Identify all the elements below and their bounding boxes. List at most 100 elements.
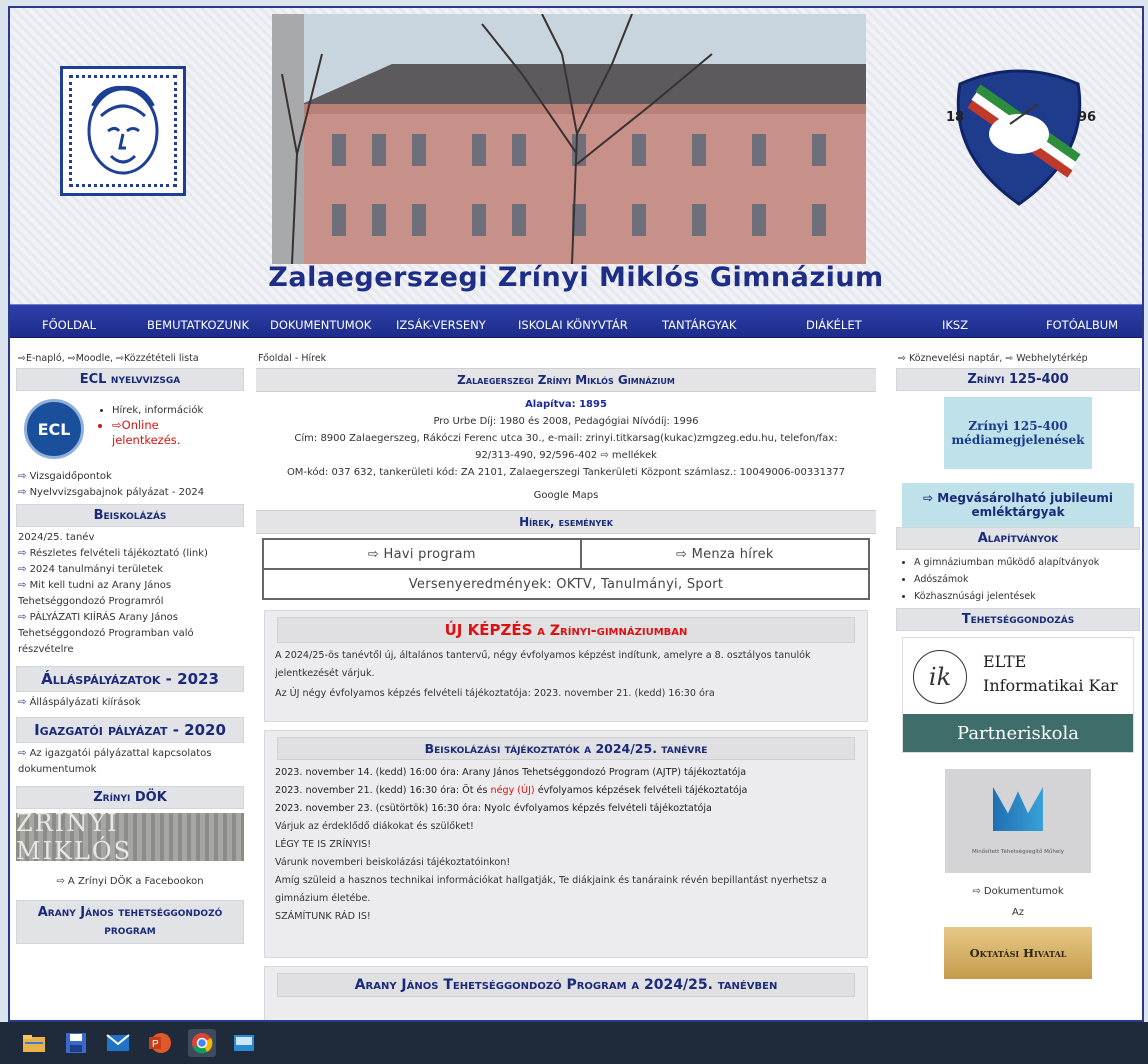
elte-banner[interactable]: ik ELTE Informatikai Kar Partneriskola [902,637,1134,753]
ecl-link-online[interactable]: ⇨Online jelentkezés. [112,418,222,448]
oktatasi-hivatal-banner[interactable]: Oktatási Hivatal [944,927,1092,979]
bt-line-7: Amíg szüleid a hasznos technikai informá… [275,875,827,904]
telefon: 92/313-490, 92/596-402 [475,450,598,461]
left-top-links[interactable]: ⇨E-napló, ⇨Moodle, ⇨Közzétételi lista [16,348,244,368]
powerpoint-icon[interactable]: P [146,1029,174,1057]
arany-box-title: Arany János Tehetséggondozó Program a 20… [277,973,855,997]
ecl-nyelvvizsgabajnok[interactable]: Nyelvvizsgabajnok pályázat - 2024 [16,485,244,501]
az-label: Az [1011,907,1025,918]
mm-caption: Minősített Tehetségsegítő Műhely [971,849,1065,855]
mail-icon[interactable] [104,1029,132,1057]
mellekek-link[interactable]: ⇨ mellékek [600,450,657,461]
elte-ik-logo: ik [913,650,967,704]
nav-item-diakelet[interactable]: Diákélet [806,318,862,332]
allas-link[interactable]: Álláspályázati kiírások [16,695,244,711]
z125-title: Zrínyi 125-400 [896,368,1140,391]
crest-year-left: 18 [946,110,965,125]
chrome-icon[interactable] [188,1029,216,1057]
beisk-link-3[interactable]: Mit kell tudni az Arany János Tehetséggo… [16,578,244,610]
bt-title: Beiskolázási tájékoztatók a 2024/25. tan… [277,737,855,760]
right-top-links[interactable]: ⇨ Köznevelési naptár, ⇨ Webhelytérkép [896,348,1140,368]
om-kod: OM-kód: 037 632, tankerületi kód: ZA 210… [286,467,846,478]
menza-hirek-link[interactable]: ⇨ Menza hírek [579,538,871,570]
photos-icon[interactable] [230,1029,258,1057]
school-info: Alapítva: 1895 Pro Urbe Díj: 1980 és 200… [256,392,876,504]
bt-line-5: LÉGY TE IS ZRÍNYIS! [275,839,372,850]
nav-item-izsak-verseny[interactable]: Izsák-verseny [396,318,486,332]
dok-image[interactable]: ZRÍNYI MIKLÓS [16,809,244,865]
oktatasi-hivatal-label: Oktatási Hivatal [969,946,1067,960]
uj-kepzes-title-a: ÚJ KÉPZÉS [444,621,533,639]
versenyeredmenyek-link[interactable]: Versenyeredmények: OKTV, Tanulmányi, Spo… [262,568,870,600]
z125-media-box[interactable]: Zrínyi 125-400 médiamegjelenések [944,397,1092,469]
hirek-title: Hírek, események [256,510,876,534]
telefon-line: 92/313-490, 92/596-402 ⇨ mellékek [256,447,876,464]
tanev-label: 2024/25. tanév [18,532,95,543]
elte-line2: Informatikai Kar [983,676,1118,695]
school-building-photo [272,14,866,264]
nav-item-fotoalbum[interactable]: Fotóalbum [1046,318,1118,332]
nav-item-tantargyak[interactable]: Tantárgyak [662,318,736,332]
zrinyi-portrait-logo[interactable] [60,66,186,196]
google-maps-link[interactable]: Google Maps [256,487,876,504]
nav-item-iskolai-konyvtar[interactable]: Iskolai könyvtár [518,318,628,332]
jubileumi-box[interactable]: ⇨ Megvásárolható jubileumi emléktárgyak [902,483,1134,527]
alap-item-1[interactable]: A gimnáziumban működő alapítványok [914,554,1140,571]
main-content: Főoldal - Hírek Zalaegerszegi Zrínyi Mik… [256,348,876,1020]
arany-box: Arany János Tehetséggondozó Program a 20… [264,966,868,1020]
alap-item-2[interactable]: Adószámok [914,571,1140,588]
nav-item-bemutatkozunk[interactable]: Bemutatkozunk [147,318,249,332]
dok-facebook-link[interactable]: ⇨ A Zrínyi DÖK a Facebookon [16,873,244,890]
beisk-link-1[interactable]: Részletes felvételi tájékoztató (link) [16,546,244,562]
elte-partner: Partneriskola [903,714,1133,752]
teh-title: Tehetséggondozás [896,608,1140,631]
elte-line1: ELTE [983,652,1027,671]
alap-item-3[interactable]: Közhasznúsági jelentések [914,588,1140,605]
school-title: Zalaegerszegi Zrínyi Miklós Gimnázium [256,368,876,392]
content-columns: ⇨E-napló, ⇨Moodle, ⇨Közzétételi lista EC… [10,348,1142,1020]
dok-image-text: ZRÍNYI MIKLÓS [16,809,133,865]
bt-line-4: Várjuk az érdeklődő diákokat és szülőket… [275,821,474,832]
uj-kepzes-p1: A 2024/25-ös tanévtől új, általános tant… [275,650,811,679]
program-table: ⇨ Havi program ⇨ Menza hírek Versenyered… [262,538,871,600]
ecl-link-hirek[interactable]: Hírek, információk [112,403,222,418]
bt-line-1: 2023. november 14. (kedd) 16:00 óra: Ara… [275,767,747,778]
cim: Cím: 8900 Zalaegerszeg, Rákóczi Ferenc u… [294,433,838,444]
beisk-link-2[interactable]: 2024 tanulmányi területek [16,562,244,578]
allas-title: Álláspályázatok - 2023 [16,666,244,692]
site-title[interactable]: Zalaegerszegi Zrínyi Miklós Gimnázium [10,262,1142,293]
ecl-logo[interactable]: ECL [24,399,84,459]
arany-title: Arany János tehetséggondozó program [16,900,244,944]
nav-item-iksz[interactable]: IKSZ [942,318,968,332]
bt-line-2a: 2023. november 21. (kedd) 16:30 óra: Öt … [275,785,491,796]
nav-item-fooldal[interactable]: Főoldal [42,318,96,332]
dok-title: Zrínyi DÖK [16,786,244,809]
mm-dokumentumok-link[interactable]: ⇨ Dokumentumok [896,883,1140,900]
right-sidebar: ⇨ Köznevelési naptár, ⇨ Webhelytérkép Zr… [896,348,1140,1020]
uj-kepzes-title: ÚJ KÉPZÉS a Zrínyi-gimnáziumban [277,617,855,643]
igazgatoi-link[interactable]: Az igazgatói pályázattal kapcsolatos dok… [16,746,244,778]
save-disk-icon[interactable] [62,1029,90,1057]
havi-program-link[interactable]: ⇨ Havi program [262,538,582,570]
ecl-block: ECL Hírek, információk ⇨Online jelentkez… [16,391,244,463]
alapitva: Alapítva: 1895 [525,399,607,410]
mm-logo-icon [993,787,1043,831]
uj-kepzes-title-b: a Zrínyi-gimnáziumban [532,623,688,639]
beiskolazasi-box: Beiskolázási tájékoztatók a 2024/25. tan… [264,730,868,958]
mm-logo-box[interactable]: Minősített Tehetségsegítő Műhely [945,769,1091,873]
bt-line-2c: évfolyamos képzések felvételi tájékoztat… [534,785,748,796]
ecl-links: Hírek, információk ⇨Online jelentkezés. [112,403,222,448]
page: 18 96 Zalaegerszegi Zrínyi Miklós Gimnáz… [8,6,1144,1022]
bt-line-8: SZÁMÍTUNK RÁD IS! [275,911,371,922]
header: 18 96 Zalaegerszegi Zrínyi Miklós Gimnáz… [10,8,1142,304]
jubileumi-label: ⇨ Megvásárolható jubileumi emléktárgyak [923,491,1113,519]
bt-line-3: 2023. november 23. (csütörtök) 16:30 óra… [275,803,712,814]
bt-line-2: 2023. november 21. (kedd) 16:30 óra: Öt … [265,782,867,800]
file-explorer-icon[interactable] [20,1029,48,1057]
nav-item-dokumentumok[interactable]: Dokumentumok [270,318,371,332]
breadcrumb[interactable]: Főoldal - Hírek [256,348,876,368]
school-crest[interactable]: 18 96 [940,64,1098,210]
beisk-link-4[interactable]: PÁLYÁZATI KIÍRÁS Arany János Tehetséggon… [16,610,244,658]
ecl-vizsgaidopontok[interactable]: Vizsgaidőpontok [16,469,244,485]
svg-text:P: P [152,1039,159,1050]
